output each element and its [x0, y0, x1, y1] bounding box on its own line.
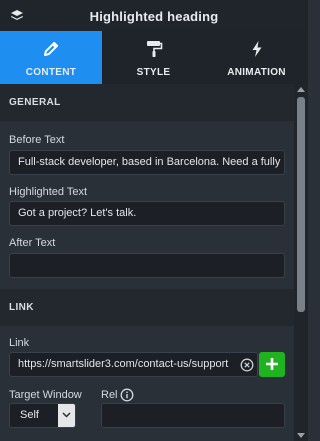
- tab-animation[interactable]: ANIMATION: [205, 31, 308, 84]
- tab-content-label: CONTENT: [25, 67, 77, 78]
- paint-roller-icon: [146, 41, 162, 57]
- rel-field[interactable]: [101, 403, 285, 428]
- target-window-label: Target Window: [9, 389, 82, 401]
- scroll-down-arrow-icon[interactable]: [297, 433, 305, 438]
- target-window-select[interactable]: Self: [9, 403, 76, 428]
- section-general-heading[interactable]: GENERAL: [0, 84, 294, 121]
- plus-icon: [266, 358, 278, 370]
- tab-style-label: STYLE: [136, 67, 171, 78]
- after-text-field[interactable]: [9, 253, 285, 278]
- highlighted-text-label: Highlighted Text: [9, 186, 88, 198]
- before-text-field[interactable]: Full-stack developer, based in Barcelona…: [9, 150, 285, 175]
- info-icon[interactable]: [120, 388, 134, 402]
- tab-animation-label: ANIMATION: [227, 67, 286, 78]
- panel-title: Highlighted heading: [89, 9, 219, 24]
- dropdown-toggle[interactable]: [58, 404, 75, 427]
- pencil-icon: [44, 41, 59, 56]
- chevron-down-icon: [62, 412, 71, 418]
- link-field[interactable]: https://smartslider3.com/contact-us/supp…: [9, 352, 258, 377]
- after-text-label: After Text: [9, 237, 56, 249]
- highlighted-text-field[interactable]: Got a project? Let's talk.: [9, 201, 285, 226]
- lightning-icon: [252, 41, 261, 57]
- rel-label: Rel: [101, 389, 118, 401]
- link-label: Link: [9, 337, 30, 349]
- section-link-heading[interactable]: LINK: [0, 289, 294, 326]
- add-link-button[interactable]: [259, 352, 285, 377]
- scroll-up-arrow-icon[interactable]: [297, 87, 305, 92]
- tab-bar: CONTENT STYLE ANIMATION: [0, 31, 308, 84]
- before-text-label: Before Text: [9, 134, 65, 146]
- tab-style[interactable]: STYLE: [102, 31, 205, 84]
- panel-header: Highlighted heading: [0, 0, 308, 31]
- scrollbar-thumb[interactable]: [297, 97, 305, 312]
- target-window-value: Self: [20, 409, 39, 421]
- scrollbar[interactable]: [294, 84, 308, 441]
- tab-content[interactable]: CONTENT: [0, 31, 102, 84]
- clear-icon[interactable]: [240, 358, 254, 372]
